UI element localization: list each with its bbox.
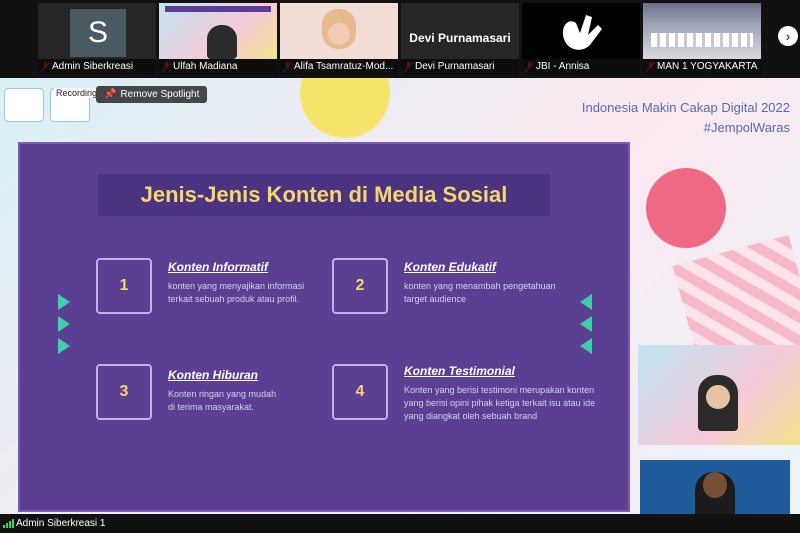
participant-display-name: Devi Purnamasari [409, 31, 511, 45]
item-number: 3 [96, 364, 152, 420]
brand-title: Indonesia Makin Cakap Digital 2022 [581, 100, 790, 115]
participant-tile[interactable]: Devi Purnamasari Devi Purnamasari [401, 3, 519, 75]
speaker-face [706, 385, 730, 409]
participant-name: Devi Purnamasari [401, 59, 519, 75]
decor-triangle [580, 338, 592, 354]
avatar: S [70, 9, 126, 57]
participant-name: Admin Siberkreasi [38, 59, 156, 75]
slide-panel: Jenis-Jenis Konten di Media Sosial 1 Kon… [18, 142, 630, 512]
item-desc: Konten yang berisi testimoni merupakan k… [404, 385, 596, 421]
sign-language-icon [562, 15, 602, 50]
slide-title: Jenis-Jenis Konten di Media Sosial [140, 182, 508, 207]
participant-name: MAN 1 YOGYAKARTA [643, 59, 761, 75]
participant-name: Ulfah Madiana [159, 59, 277, 75]
participant-video [280, 3, 398, 59]
participant-video [522, 3, 640, 59]
decor-circle [300, 78, 390, 138]
item-title: Konten Testimonial [404, 364, 515, 378]
participant-tile[interactable]: Ulfah Madiana [159, 3, 277, 75]
decor-triangle [58, 338, 70, 354]
item-desc: konten yang menyajikan informasi terkait… [168, 281, 305, 304]
item-title: Konten Hiburan [168, 368, 258, 382]
active-speaker-bar: Admin Siberkreasi 1 [0, 514, 800, 533]
item-number: 2 [332, 258, 388, 314]
participant-name: Alifa Tsamratuz-Mod... [280, 59, 398, 75]
pin-icon: 📌 [104, 89, 117, 100]
participant-tile[interactable]: MAN 1 YOGYAKARTA [643, 3, 761, 75]
participant-strip: S Admin Siberkreasi Ulfah Madiana Alifa … [0, 0, 800, 78]
participant-video [643, 3, 761, 59]
item-number: 1 [96, 258, 152, 314]
remove-spotlight-button[interactable]: 📌 Remove Spotlight [96, 86, 208, 103]
participant-name: JBI - Annisa [522, 59, 640, 75]
active-speaker-name: Admin Siberkreasi 1 [16, 518, 106, 529]
shared-screen: Recording 📌 Remove Spotlight Indonesia M… [0, 78, 800, 518]
recording-label: Recording [54, 88, 100, 98]
interpreter-face [703, 472, 727, 498]
item-desc: Konten ringan yang mudah di terima masya… [168, 389, 277, 412]
participant-tile[interactable]: S Admin Siberkreasi [38, 3, 156, 75]
participant-video [159, 3, 277, 59]
kominfo-logo [4, 88, 44, 122]
participant-tile[interactable]: Alifa Tsamratuz-Mod... [280, 3, 398, 75]
brand-header: Indonesia Makin Cakap Digital 2022 #Jemp… [582, 98, 790, 138]
decor-triangle [58, 316, 70, 332]
item-desc: konten yang menambah pengetahuan target … [404, 281, 556, 304]
decor-triangle [580, 294, 592, 310]
participant-tile[interactable]: JBI - Annisa [522, 3, 640, 75]
signal-strength-icon [3, 519, 14, 528]
brand-hashtag: #JempolWaras [703, 120, 790, 135]
item-number: 4 [332, 364, 388, 420]
item-title: Konten Edukatif [404, 260, 496, 274]
item-title: Konten Informatif [168, 260, 268, 274]
speaker-video[interactable] [638, 345, 800, 445]
chevron-right-icon[interactable]: › [778, 26, 798, 46]
decor-triangle [580, 316, 592, 332]
decor-circle [646, 168, 726, 248]
spotlight-label: Remove Spotlight [120, 89, 200, 100]
decor-triangle [58, 294, 70, 310]
